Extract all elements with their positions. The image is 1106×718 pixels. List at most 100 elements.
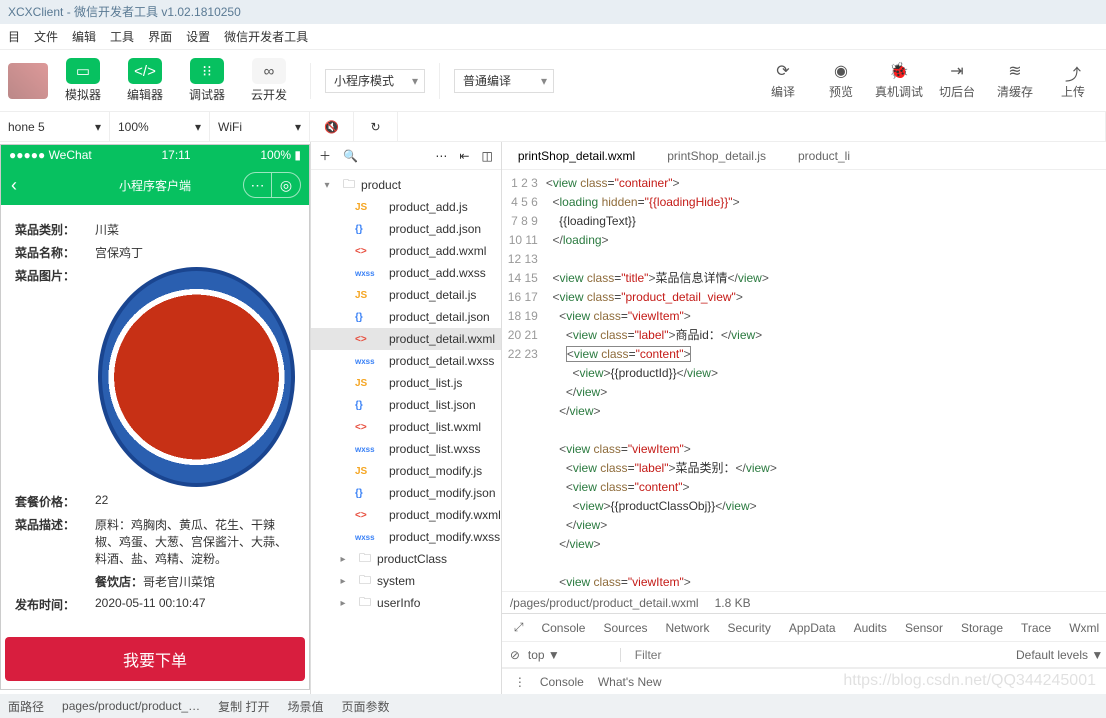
console-tab[interactable]: Storage (961, 621, 1003, 635)
folder-product[interactable]: ▾🗀product (311, 174, 501, 196)
console-tab[interactable]: Sensor (905, 621, 943, 635)
debugger-button[interactable]: ⁝⁝调试器 (180, 58, 234, 103)
editor-panel: printShop_detail.wxml printShop_detail.j… (502, 142, 1106, 694)
menu-item[interactable]: 设置 (186, 28, 210, 45)
cloud-button[interactable]: ∞云开发 (242, 58, 296, 103)
more-icon[interactable]: ⋯ (435, 149, 447, 163)
clear-console-icon[interactable]: ⊘ (510, 648, 520, 662)
mute-icon[interactable]: 🔇 (324, 120, 339, 134)
file-item[interactable]: <>product_list.wxml (311, 416, 501, 438)
target-icon[interactable]: ◎ (272, 173, 300, 197)
file-item[interactable]: wxssproduct_modify.wxss (311, 526, 501, 548)
real-debug-button[interactable]: 🐞真机调试 (874, 61, 924, 100)
menu-dots-icon[interactable]: ⋯ (244, 173, 272, 197)
folder-productclass[interactable]: ▸🗀productClass (311, 548, 501, 570)
console-tab[interactable]: Sources (603, 621, 647, 635)
avatar[interactable] (8, 63, 48, 99)
console-expand-icon[interactable]: ⤢ (514, 620, 524, 635)
phone-navbar: ‹ 小程序客户端 ⋯◎ (1, 165, 309, 205)
watermark: https://blog.csdn.net/QQ344245001 (843, 672, 1096, 690)
code-editor[interactable]: 1 2 3 4 5 6 7 8 9 10 11 12 13 14 15 16 1… (502, 170, 1106, 591)
file-item[interactable]: <>product_add.wxml (311, 240, 501, 262)
compile-select[interactable]: 普通编译 (454, 69, 554, 93)
dish-name: 宫保鸡丁 (95, 244, 143, 261)
editor-tab[interactable]: printShop_detail.js (651, 142, 782, 169)
levels-select[interactable]: Default levels ▼ (1016, 648, 1103, 662)
editor-tab[interactable]: product_li (782, 142, 866, 169)
window-title: XCXClient - 微信开发者工具 v1.02.1810250 (0, 0, 1106, 24)
back-icon[interactable]: ‹ (11, 175, 17, 196)
network-select[interactable]: WiFi (218, 120, 242, 134)
file-item[interactable]: JSproduct_detail.js (311, 284, 501, 306)
zoom-select[interactable]: 100% (118, 120, 149, 134)
file-item[interactable]: wxssproduct_list.wxss (311, 438, 501, 460)
editor-button[interactable]: </>编辑器 (118, 58, 172, 103)
file-item[interactable]: <>product_modify.wxml (311, 504, 501, 526)
file-item[interactable]: {}product_list.json (311, 394, 501, 416)
phone-frame: ●●●●● WeChat17:11100% ▮ ‹ 小程序客户端 ⋯◎ 菜品类别… (0, 144, 310, 690)
options-bar: hone 5▾ 100%▾ WiFi▾ 🔇 ↻ (0, 112, 1106, 142)
split-icon[interactable]: ◫ (481, 149, 492, 163)
dish-category: 川菜 (95, 221, 119, 238)
collapse-icon[interactable]: ⇤ (459, 149, 469, 163)
simulator-button[interactable]: ▭模拟器 (56, 58, 110, 103)
dish-shop: 哥老官川菜馆 (143, 573, 215, 590)
capsule[interactable]: ⋯◎ (243, 172, 301, 198)
context-select[interactable]: top ▼ (528, 648, 621, 662)
publish-time: 2020-05-11 00:10:47 (95, 596, 206, 613)
status-bar: 面路径 pages/product/product_… 复制 打开 场景值 页面… (0, 694, 1106, 718)
menu-item[interactable]: 目 (8, 28, 20, 45)
search-icon[interactable]: 🔍 (343, 149, 358, 163)
drawer-tab[interactable]: Console (540, 675, 584, 689)
drawer-tab[interactable]: What's New (598, 675, 662, 689)
toolbar: ▭模拟器 </>编辑器 ⁝⁝调试器 ∞云开发 小程序模式 普通编译 ⟳编译 ◉预… (0, 50, 1106, 112)
editor-tab[interactable]: printShop_detail.wxml (502, 142, 651, 169)
console-tab[interactable]: Console (541, 621, 585, 635)
console-tab[interactable]: Network (666, 621, 710, 635)
menu-bar: 目 文件 编辑 工具 界面 设置 微信开发者工具 (0, 24, 1106, 50)
page-content: 菜品类别：川菜 菜品名称：宫保鸡丁 菜品图片： 套餐价格：22 菜品描述：原料：… (1, 205, 309, 629)
page-title: 小程序客户端 (119, 177, 191, 194)
console-tab[interactable]: Wxml (1069, 621, 1099, 635)
file-item[interactable]: JSproduct_add.js (311, 196, 501, 218)
upload-button[interactable]: ⤴上传 (1048, 61, 1098, 100)
copy-open-link[interactable]: 复制 打开 (218, 698, 269, 715)
file-item[interactable]: JSproduct_modify.js (311, 460, 501, 482)
menu-item[interactable]: 界面 (148, 28, 172, 45)
file-item[interactable]: JSproduct_list.js (311, 372, 501, 394)
menu-item[interactable]: 编辑 (72, 28, 96, 45)
file-path-bar: /pages/product/product_detail.wxml1.8 KB (502, 591, 1106, 613)
console-tab[interactable]: Security (728, 621, 771, 635)
console-tab[interactable]: Trace (1021, 621, 1051, 635)
file-item[interactable]: {}product_modify.json (311, 482, 501, 504)
simulator-panel: ●●●●● WeChat17:11100% ▮ ‹ 小程序客户端 ⋯◎ 菜品类别… (0, 142, 311, 694)
mode-select[interactable]: 小程序模式 (325, 69, 425, 93)
file-item[interactable]: wxssproduct_add.wxss (311, 262, 501, 284)
menu-item[interactable]: 文件 (34, 28, 58, 45)
order-button[interactable]: 我要下单 (5, 637, 305, 681)
clear-cache-button[interactable]: ≋清缓存 (990, 61, 1040, 100)
folder-userinfo[interactable]: ▸🗀userInfo (311, 592, 501, 614)
file-item[interactable]: {}product_detail.json (311, 306, 501, 328)
rotate-icon[interactable]: ↻ (370, 120, 380, 134)
editor-tabs: printShop_detail.wxml printShop_detail.j… (502, 142, 1106, 170)
folder-system[interactable]: ▸🗀system (311, 570, 501, 592)
file-item[interactable]: wxssproduct_detail.wxss (311, 350, 501, 372)
device-select[interactable]: hone 5 (8, 120, 45, 134)
console-tab[interactable]: AppData (789, 621, 836, 635)
menu-item[interactable]: 微信开发者工具 (224, 28, 308, 45)
background-button[interactable]: ⇥切后台 (932, 61, 982, 100)
console-tab[interactable]: Audits (854, 621, 887, 635)
page-path: pages/product/product_… (62, 699, 200, 713)
dish-desc: 原料：鸡胸肉、黄瓜、花生、干辣椒、鸡蛋、大葱、宫保酱汁、大蒜、料酒、盐、鸡精、淀… (95, 516, 295, 567)
compile-button[interactable]: ⟳编译 (758, 61, 808, 100)
filter-input[interactable] (629, 644, 1008, 666)
dish-price: 22 (95, 493, 108, 510)
menu-item[interactable]: 工具 (110, 28, 134, 45)
add-file-icon[interactable]: ＋ (319, 147, 331, 164)
file-item[interactable]: {}product_add.json (311, 218, 501, 240)
file-item[interactable]: <>product_detail.wxml (311, 328, 501, 350)
preview-button[interactable]: ◉预览 (816, 61, 866, 100)
file-tree-panel: ＋ 🔍 ⋯ ⇤ ◫ ▾🗀product JSproduct_add.js{}pr… (311, 142, 502, 694)
drawer-icon[interactable]: ⋮ (514, 675, 526, 689)
